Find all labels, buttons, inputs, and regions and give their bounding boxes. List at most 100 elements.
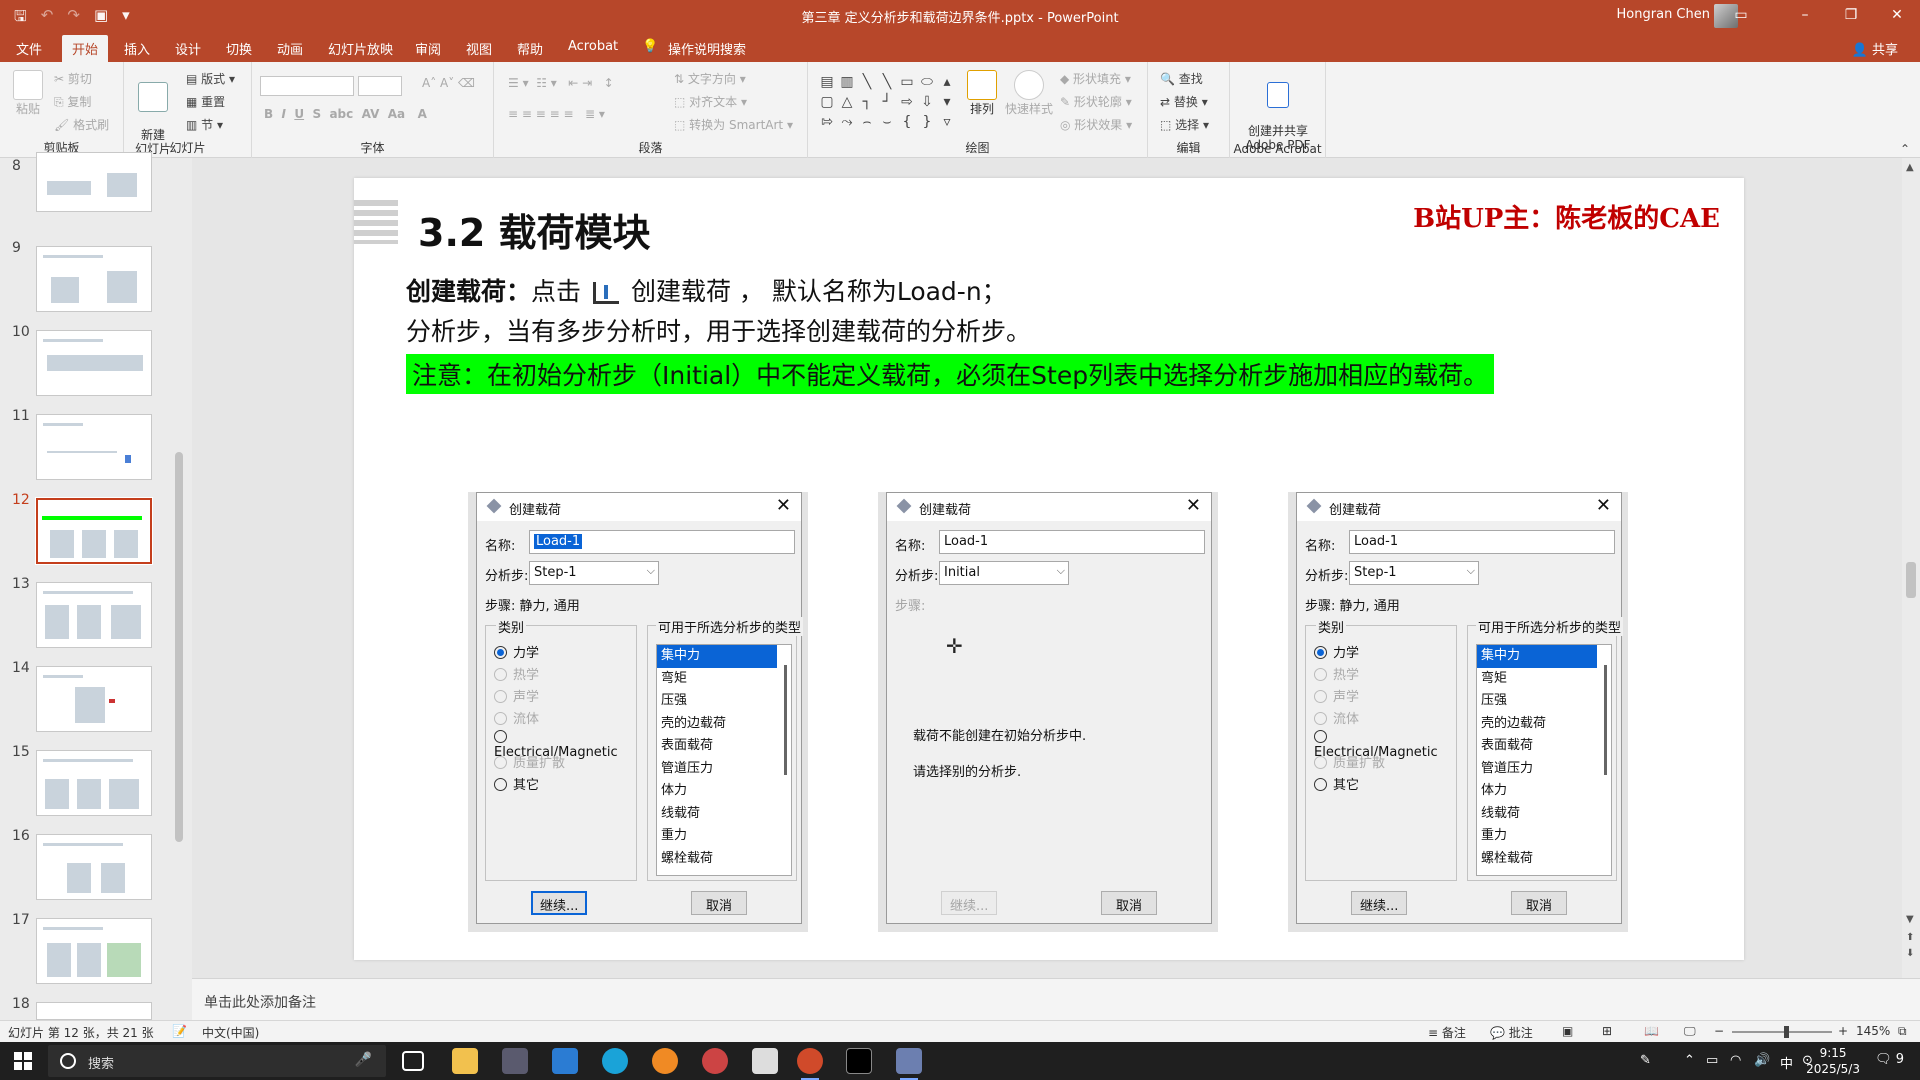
format-painter-button[interactable]: 🖌 格式刷: [54, 116, 109, 133]
tab-design[interactable]: 设计: [175, 39, 201, 58]
types-list[interactable]: 集中力 弯矩 压强 壳的边载荷 表面载荷 管道压力 体力 线载荷 重力 螺栓载荷: [1476, 644, 1612, 876]
tab-animations[interactable]: 动画: [277, 39, 303, 58]
list-item[interactable]: 线载荷: [657, 803, 791, 826]
zoom-slider[interactable]: [1732, 1031, 1832, 1033]
wifi-icon[interactable]: ◠: [1730, 1053, 1741, 1068]
slide-thumbnail-8[interactable]: [36, 152, 152, 212]
slide-thumbnail-11[interactable]: [36, 414, 152, 480]
vertical-textbox-icon[interactable]: ▥: [838, 72, 856, 92]
list-item[interactable]: 集中力: [1477, 645, 1597, 668]
list-item[interactable]: 螺栓载荷: [1477, 848, 1611, 871]
list-item[interactable]: 线载荷: [1477, 803, 1611, 826]
scroll-up-icon[interactable]: ▴: [938, 72, 956, 92]
mail-icon[interactable]: [552, 1048, 578, 1074]
slide-thumbnail-13[interactable]: [36, 582, 152, 648]
scroll-down-icon[interactable]: ▾: [938, 92, 956, 112]
share-button[interactable]: 👤 共享: [1852, 39, 1898, 58]
layout-button[interactable]: ▤ 版式 ▾: [186, 70, 235, 87]
cancel-button[interactable]: 取消: [691, 891, 747, 915]
tab-file[interactable]: 文件: [16, 39, 42, 58]
category-radio[interactable]: 力学: [494, 642, 539, 661]
textbox-shape-icon[interactable]: ▤: [818, 72, 836, 92]
search-app-icon[interactable]: [652, 1048, 678, 1074]
copy-button[interactable]: ⎘ 复制: [54, 93, 91, 110]
scroll-up-icon[interactable]: ▲: [1906, 162, 1914, 173]
rounded-rect-icon[interactable]: ▢: [818, 92, 836, 112]
arrow-right-icon[interactable]: ⇨: [898, 92, 916, 112]
edge-icon[interactable]: [602, 1048, 628, 1074]
list-item[interactable]: 重力: [657, 825, 791, 848]
tab-view[interactable]: 视图: [466, 39, 492, 58]
reset-button[interactable]: ▦ 重置: [186, 93, 225, 110]
replace-button[interactable]: ⇄ 替换 ▾: [1160, 93, 1208, 110]
close-icon[interactable]: ✕: [1596, 495, 1611, 516]
pen-icon[interactable]: ✎: [1640, 1053, 1651, 1068]
scroll-down-icon[interactable]: ▼: [1906, 914, 1914, 925]
triangle-shape-icon[interactable]: △: [838, 92, 856, 112]
section-button[interactable]: ▥ 节 ▾: [186, 116, 223, 133]
list-item[interactable]: 壳的边载荷: [657, 713, 791, 736]
task-view-icon[interactable]: [402, 1051, 424, 1071]
body-line-2[interactable]: 分析步，当有多步分析时，用于选择创建载荷的分析步。: [406, 312, 1031, 348]
slide-thumbnail-15[interactable]: [36, 750, 152, 816]
text-direction-button[interactable]: ⇅ 文字方向 ▾: [674, 70, 746, 87]
cancel-button[interactable]: 取消: [1101, 891, 1157, 915]
shape-effects-button[interactable]: ◎ 形状效果 ▾: [1060, 116, 1132, 133]
slide-thumbnail-18[interactable]: [36, 1002, 152, 1020]
name-field[interactable]: Load-1: [939, 530, 1205, 554]
name-field[interactable]: Load-1: [1349, 530, 1615, 554]
list-item[interactable]: 重力: [1477, 825, 1611, 848]
notes-toggle[interactable]: ≡ 备注: [1428, 1024, 1466, 1041]
list-item[interactable]: 壳的边载荷: [1477, 713, 1611, 736]
zoom-out-icon[interactable]: −: [1714, 1024, 1724, 1038]
more-shapes-icon[interactable]: ▿: [938, 112, 956, 132]
tab-home[interactable]: 开始: [62, 35, 109, 62]
zoom-level[interactable]: 145%: [1856, 1024, 1890, 1038]
brace-icon[interactable]: }: [918, 112, 936, 132]
slide-thumbnail-17[interactable]: [36, 918, 152, 984]
store-icon[interactable]: [502, 1048, 528, 1074]
reading-view-icon[interactable]: 📖: [1644, 1024, 1659, 1038]
slide-scrollbar[interactable]: ▲ ▼ ⬆ ⬇: [1902, 158, 1920, 978]
shape-fill-button[interactable]: ◆ 形状填充 ▾: [1060, 70, 1131, 87]
volume-icon[interactable]: 🔊: [1754, 1053, 1770, 1068]
arrange-button[interactable]: 排列: [964, 70, 1000, 116]
font-format-buttons[interactable]: B I U S abc AV Aa A: [264, 107, 427, 121]
close-icon[interactable]: ✕: [1186, 495, 1201, 516]
find-button[interactable]: 🔍 查找: [1160, 70, 1203, 87]
list-item[interactable]: 压强: [1477, 690, 1611, 713]
curve-icon[interactable]: ⌢: [858, 112, 876, 132]
powerpoint-icon[interactable]: [797, 1048, 823, 1080]
select-button[interactable]: ⬚ 选择 ▾: [1160, 116, 1209, 133]
normal-view-icon[interactable]: ▣: [1562, 1024, 1573, 1038]
list-item[interactable]: 压强: [657, 690, 791, 713]
slide[interactable]: 3.2 载荷模块 B站UP主：陈老板的CAE 创建载荷：点击 创建载荷 ， 默认…: [354, 178, 1744, 960]
body-line-1[interactable]: 创建载荷：点击 创建载荷 ， 默认名称为Load-n；: [406, 272, 1007, 308]
list-item[interactable]: 表面载荷: [1477, 735, 1611, 758]
list-scrollbar[interactable]: [784, 665, 787, 775]
slide-thumbnail-9[interactable]: [36, 246, 152, 312]
font-name-combo[interactable]: [260, 76, 354, 96]
alignment-buttons[interactable]: ≡ ≡ ≡ ≡ ≡ ≣ ▾: [508, 107, 605, 121]
brand-text[interactable]: B站UP主：陈老板的CAE: [1413, 198, 1720, 235]
zoom-in-icon[interactable]: +: [1838, 1024, 1848, 1038]
tab-slideshow[interactable]: 幻灯片放映: [328, 39, 393, 58]
step-select[interactable]: Step-1 ⌵: [1349, 561, 1479, 585]
connector-icon[interactable]: ┘: [878, 92, 896, 112]
arrow-down-icon[interactable]: ⇩: [918, 92, 936, 112]
continue-button[interactable]: 继续...: [531, 891, 588, 915]
highlighted-note[interactable]: 注意：在初始分析步（Initial）中不能定义载荷，必须在Step列表中选择分析…: [406, 354, 1495, 394]
windows-start-icon[interactable]: [14, 1052, 32, 1070]
curve-icon[interactable]: ⌣: [878, 112, 896, 132]
slide-heading[interactable]: 3.2 载荷模块: [418, 202, 651, 257]
restore-icon[interactable]: ❐: [1828, 0, 1874, 32]
curve-icon[interactable]: ⤳: [838, 112, 856, 132]
tab-transitions[interactable]: 切换: [226, 39, 252, 58]
create-pdf-button[interactable]: 创建并共享 Adobe PDF: [1234, 68, 1322, 152]
taskbar-search[interactable]: 搜索 🎤: [48, 1045, 386, 1077]
thumbnail-scrollbar[interactable]: [172, 162, 186, 1020]
list-item[interactable]: 体力: [1477, 780, 1611, 803]
list-item[interactable]: 弯矩: [1477, 668, 1611, 691]
ribbon-display-options-icon[interactable]: ▭: [1718, 0, 1764, 32]
close-icon[interactable]: ✕: [776, 495, 791, 516]
